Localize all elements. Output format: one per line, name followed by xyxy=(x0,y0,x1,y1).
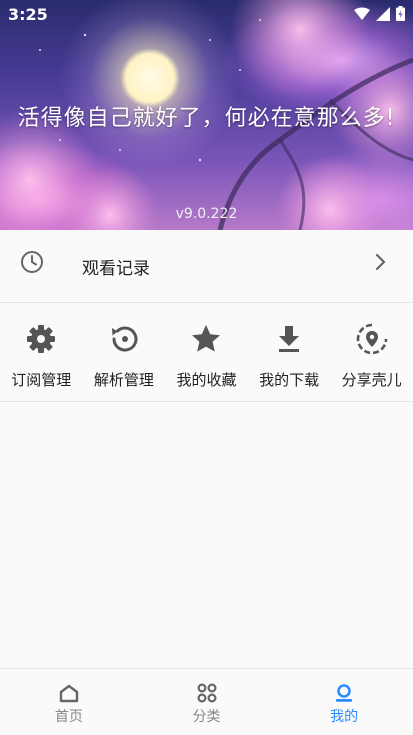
nav-category-label: 分类 xyxy=(192,709,221,725)
version-label: v9.0.222 xyxy=(175,206,238,222)
action-label: 解析管理 xyxy=(93,371,154,389)
grid-icon xyxy=(196,683,217,703)
chevron-right-icon xyxy=(375,253,386,271)
wifi-icon xyxy=(354,7,370,20)
favorites-button[interactable]: 我的收藏 xyxy=(165,303,248,401)
gear-icon xyxy=(27,325,56,353)
status-icons xyxy=(354,6,405,21)
clock-icon xyxy=(21,251,43,273)
download-icon xyxy=(279,326,300,352)
location-share-icon xyxy=(356,323,387,355)
nav-mine[interactable]: 我的 xyxy=(275,669,413,735)
subscription-manage-button[interactable]: 订阅管理 xyxy=(0,303,83,401)
share-app-button[interactable]: 分享壳儿 xyxy=(330,303,413,401)
quick-actions: 订阅管理 解析管理 我的收藏 我的下载 分享壳儿 xyxy=(0,303,413,402)
motto-text: 活得像自己就好了，何必在意那么多! xyxy=(17,106,396,131)
nav-category[interactable]: 分类 xyxy=(138,669,276,735)
home-icon xyxy=(59,684,79,703)
action-label: 分享壳儿 xyxy=(341,371,402,389)
nav-mine-label: 我的 xyxy=(330,709,359,725)
status-time: 3:25 xyxy=(8,5,48,24)
signal-icon xyxy=(376,6,390,21)
action-label: 订阅管理 xyxy=(11,371,72,389)
status-bar: 3:25 xyxy=(0,0,413,28)
hero-banner: 3:25 活得像自己就好了，何必在意那么多! v9.0.222 xyxy=(0,0,413,230)
star-icon xyxy=(192,325,221,352)
user-icon xyxy=(336,684,353,702)
watch-history-label: 观看记录 xyxy=(82,259,150,279)
parse-manage-button[interactable]: 解析管理 xyxy=(83,303,166,401)
watch-history-row[interactable]: 观看记录 xyxy=(0,230,413,303)
nav-home[interactable]: 首页 xyxy=(0,669,138,735)
downloads-button[interactable]: 我的下载 xyxy=(248,303,331,401)
action-label: 我的收藏 xyxy=(176,371,237,389)
battery-icon xyxy=(396,6,405,21)
bottom-navigation: 首页 分类 我的 xyxy=(0,668,413,735)
restore-icon xyxy=(111,326,138,352)
nav-home-label: 首页 xyxy=(54,709,83,725)
action-label: 我的下载 xyxy=(259,371,320,389)
